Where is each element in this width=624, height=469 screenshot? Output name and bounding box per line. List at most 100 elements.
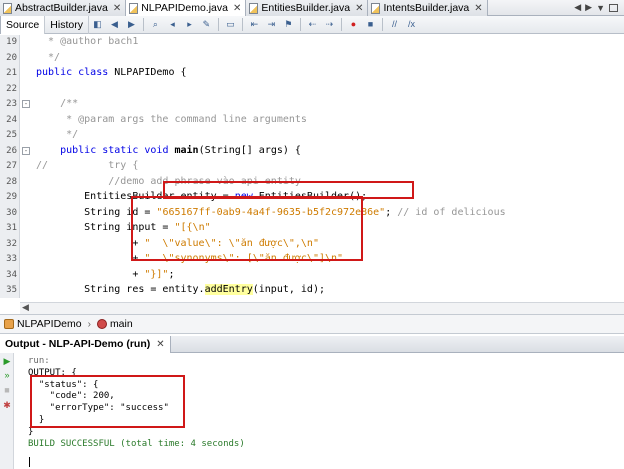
- code-text: String id = "665167ff-0ab9-4a4f-9635-b5f…: [36, 206, 506, 218]
- output-line: "errorType": "success": [28, 403, 169, 414]
- start-macro-recording-icon[interactable]: ●: [347, 18, 360, 31]
- code-line: 34 + "}]";: [0, 268, 624, 284]
- java-file-icon: [371, 2, 381, 14]
- toggle-highlight-icon[interactable]: ✎: [200, 18, 213, 31]
- rerun-icon[interactable]: ▶: [2, 356, 12, 366]
- uncomment-icon[interactable]: /x: [405, 18, 418, 31]
- output-line: }: [28, 414, 45, 425]
- output-caret: [29, 457, 30, 467]
- code-line: 22: [0, 82, 624, 98]
- line-number: 33: [6, 254, 17, 264]
- output-tab-label: Output - NLP-API-Demo (run): [5, 338, 151, 350]
- output-text: run: OUTPUT: { "status": { "code": 200, "…: [28, 356, 245, 450]
- find-next-icon[interactable]: ▸: [183, 18, 196, 31]
- breadcrumb-separator-icon: ›: [87, 318, 91, 330]
- toolbar-separator: [241, 18, 243, 31]
- code-editor[interactable]: 19 * @author bach1 20 */21 public class NL…: [0, 35, 624, 298]
- code-text: public class NLPAPIDemo {: [36, 67, 187, 78]
- tab-entities-builder[interactable]: EntitiesBuilder.java ✕: [246, 0, 369, 16]
- horizontal-scrollbar[interactable]: ◀: [20, 302, 624, 314]
- breadcrumb-method[interactable]: main: [96, 318, 133, 330]
- code-text: public static void main(String[] args) {: [60, 144, 301, 156]
- line-number: 21: [6, 68, 17, 78]
- find-selection-icon[interactable]: ⌕: [149, 18, 162, 31]
- code-text: // try {: [36, 160, 139, 171]
- code-line: 26- public static void main(String[] arg…: [0, 144, 624, 160]
- toolbar-separator: [299, 18, 301, 31]
- toolbar-separator: [340, 18, 342, 31]
- line-number: 32: [6, 238, 17, 249]
- output-line: BUILD SUCCESSFUL (total time: 4 seconds): [28, 438, 245, 449]
- close-tab-icon[interactable]: ✕: [233, 3, 241, 14]
- breadcrumb-class[interactable]: NLPAPIDemo: [4, 318, 82, 330]
- tab-navigation: ◀ ▶ ▼: [574, 0, 624, 15]
- shift-left-icon[interactable]: ⇠: [306, 18, 319, 31]
- toggle-rectangular-selection-icon[interactable]: ▭: [224, 18, 237, 31]
- code-line: 28 //demo add phrase vào api entity: [0, 175, 624, 191]
- forward-icon[interactable]: ▶: [125, 18, 138, 31]
- editor-tab-bar: AbstractBuilder.java ✕ NLPAPIDemo.java ✕…: [0, 0, 624, 16]
- scroll-left-icon[interactable]: ◀: [574, 2, 581, 13]
- close-tab-icon[interactable]: ✕: [113, 3, 121, 14]
- tab-label: IntentsBuilder.java: [383, 2, 470, 14]
- code-line: 24 * @param args the command line argume…: [0, 113, 624, 129]
- scroll-right-icon[interactable]: ▶: [585, 2, 592, 13]
- code-line: 30 String id = "665167ff-0ab9-4a4f-9635-…: [0, 206, 624, 222]
- close-tab-icon[interactable]: ✕: [355, 3, 363, 14]
- toolbar-separator: [381, 18, 383, 31]
- toggle-bookmark-icon[interactable]: ⚑: [282, 18, 295, 31]
- line-number: 30: [6, 207, 17, 218]
- comment-icon[interactable]: //: [388, 18, 401, 31]
- history-view-button[interactable]: History: [45, 15, 89, 34]
- output-window[interactable]: ▶ » ■ ✱ run: OUTPUT: { "status": { "code"…: [0, 353, 624, 469]
- line-number: 26: [6, 145, 17, 156]
- line-number: 22: [6, 83, 17, 94]
- tab-abstract-builder[interactable]: AbstractBuilder.java ✕: [0, 0, 127, 16]
- tab-label: NLPAPIDemo.java: [141, 2, 228, 14]
- find-previous-icon[interactable]: ◂: [166, 18, 179, 31]
- code-text: + "}]";: [36, 268, 175, 280]
- last-edit-icon[interactable]: ◧: [91, 18, 104, 31]
- line-number: 24: [6, 114, 17, 125]
- java-file-icon: [249, 2, 259, 14]
- rerun-with-params-icon[interactable]: »: [2, 370, 12, 380]
- stop-icon[interactable]: ■: [2, 385, 12, 395]
- stop-macro-recording-icon[interactable]: ■: [364, 18, 377, 31]
- previous-bookmark-icon[interactable]: ⇤: [248, 18, 261, 31]
- toolbar-separator: [217, 18, 219, 31]
- line-number: 31: [6, 223, 17, 233]
- fold-toggle-icon[interactable]: -: [22, 100, 30, 108]
- line-number: 23: [6, 99, 17, 109]
- close-output-icon[interactable]: ✕: [156, 339, 164, 350]
- output-line: "code": 200,: [28, 391, 115, 402]
- output-window-header: Output - NLP-API-Demo (run) ✕: [0, 335, 624, 353]
- show-opened-documents-icon[interactable]: ▼: [596, 3, 605, 13]
- code-line: 33 + " \"synonyms\": [\"ăn được\"]\n": [0, 252, 624, 268]
- back-icon[interactable]: ◀: [108, 18, 121, 31]
- next-bookmark-icon[interactable]: ⇥: [265, 18, 278, 31]
- code-line: 25 */: [0, 128, 624, 144]
- code-line: 23- /**: [0, 97, 624, 113]
- scroll-left-arrow-icon[interactable]: ◀: [22, 302, 29, 313]
- tab-nlpapidemo[interactable]: NLPAPIDemo.java ✕: [126, 0, 247, 16]
- line-number: 28: [6, 176, 17, 187]
- method-icon: [96, 319, 107, 329]
- fold-toggle-icon[interactable]: -: [22, 146, 30, 155]
- shift-right-icon[interactable]: ⇢: [323, 18, 336, 31]
- source-view-button[interactable]: Source: [0, 15, 46, 34]
- breadcrumb-class-label: NLPAPIDemo: [17, 318, 82, 330]
- breadcrumb-method-label: main: [109, 318, 133, 330]
- maximize-window-icon[interactable]: [609, 3, 618, 12]
- code-line: 27 // try {: [0, 159, 624, 175]
- code-text: * @author bach1: [36, 36, 139, 47]
- code-text: */: [36, 129, 79, 140]
- settings-icon[interactable]: ✱: [2, 400, 12, 410]
- output-tab[interactable]: Output - NLP-API-Demo (run) ✕: [0, 335, 171, 353]
- code-line: 31 String input = "[{\n": [0, 221, 624, 237]
- tab-intents-builder[interactable]: IntentsBuilder.java ✕: [368, 0, 488, 16]
- close-tab-icon[interactable]: ✕: [474, 3, 482, 14]
- line-number: 25: [6, 130, 17, 140]
- code-line: 35 String res = entity.addEntry(input, i…: [0, 283, 624, 298]
- code-text: * @param args the command line arguments: [36, 113, 307, 125]
- line-number: 20: [6, 52, 17, 63]
